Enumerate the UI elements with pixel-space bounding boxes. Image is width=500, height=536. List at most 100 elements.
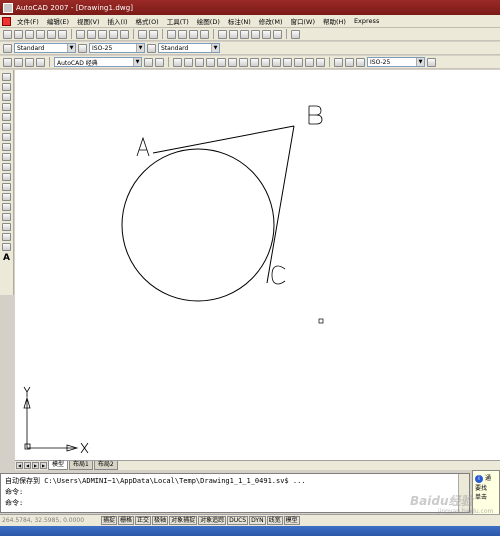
dim-style-manager-icon[interactable] (427, 57, 436, 67)
menu-window[interactable]: 窗口(W) (286, 16, 319, 26)
make-block-icon[interactable] (2, 193, 11, 201)
new-file-icon[interactable] (3, 29, 12, 39)
lineweight-toggle[interactable]: 线宽 (266, 516, 283, 525)
menu-file[interactable]: 文件(F) (13, 16, 43, 26)
text-style-icon[interactable] (3, 43, 12, 53)
center-mark-icon[interactable] (316, 57, 325, 67)
zoom-window-icon[interactable] (189, 29, 198, 39)
chevron-down-icon[interactable]: ▼ (67, 44, 75, 52)
ortho-toggle[interactable]: 正交 (135, 516, 152, 525)
dim-update-icon[interactable] (356, 57, 365, 67)
table-style-select[interactable]: Standard ▼ (158, 43, 220, 53)
dim-aligned-icon[interactable] (184, 57, 193, 67)
chevron-down-icon[interactable]: ▼ (133, 58, 141, 66)
menu-tools[interactable]: 工具(T) (163, 16, 193, 26)
paste-icon[interactable] (98, 29, 107, 39)
save-icon[interactable] (25, 29, 34, 39)
workspace-settings-icon[interactable] (144, 57, 153, 67)
drawing-canvas[interactable] (15, 70, 500, 460)
markup-icon[interactable] (262, 29, 271, 39)
quick-dim-icon[interactable] (261, 57, 270, 67)
qleader-icon[interactable] (294, 57, 303, 67)
dim-angular-icon[interactable] (250, 57, 259, 67)
layer-state-icon[interactable] (25, 57, 34, 67)
tab-layout1[interactable]: 布局1 (69, 461, 93, 470)
dim-style-icon[interactable] (78, 43, 87, 53)
dim-continue-icon[interactable] (283, 57, 292, 67)
polar-toggle[interactable]: 极轴 (152, 516, 169, 525)
command-prompt[interactable]: 命令: (5, 498, 465, 509)
drawn-circle[interactable] (121, 148, 275, 302)
layers-icon[interactable] (14, 57, 23, 67)
dim-arc-icon[interactable] (195, 57, 204, 67)
dim-baseline-icon[interactable] (272, 57, 281, 67)
rectangle-icon[interactable] (2, 113, 11, 121)
properties-icon[interactable] (218, 29, 227, 39)
print-icon[interactable] (36, 29, 45, 39)
sheet-set-icon[interactable] (251, 29, 260, 39)
circle-icon[interactable] (2, 133, 11, 141)
quickcalc-icon[interactable] (273, 29, 282, 39)
workspace-icon[interactable] (3, 57, 12, 67)
table-style-icon[interactable] (147, 43, 156, 53)
command-window[interactable]: 自动保存到 C:\Users\ADMINI~1\AppData\Local\Te… (0, 473, 470, 513)
model-space-toggle[interactable]: 模型 (283, 516, 300, 525)
menu-express[interactable]: Express (350, 17, 383, 25)
match-properties-icon[interactable] (109, 29, 118, 39)
dim-style-select[interactable]: ISO-25 ▼ (89, 43, 145, 53)
menu-edit[interactable]: 编辑(E) (43, 16, 73, 26)
snap-toggle[interactable]: 捕捉 (101, 516, 118, 525)
ellipse-arc-icon[interactable] (2, 173, 11, 181)
cut-icon[interactable] (76, 29, 85, 39)
workspace-select[interactable]: AutoCAD 经典 ▼ (54, 57, 142, 67)
print-preview-icon[interactable] (47, 29, 56, 39)
menu-modify[interactable]: 修改(M) (255, 16, 287, 26)
line-icon[interactable] (2, 73, 11, 81)
hatch-icon[interactable] (2, 213, 11, 221)
point-icon[interactable] (2, 203, 11, 211)
menu-help[interactable]: 帮助(H) (319, 16, 350, 26)
osnap-toggle[interactable]: 对象捕捉 (169, 516, 198, 525)
menu-format[interactable]: 格式(O) (132, 16, 163, 26)
block-editor-icon[interactable] (120, 29, 129, 39)
first-tab-icon[interactable]: ◀ (16, 462, 23, 469)
dim-ordinate-icon[interactable] (206, 57, 215, 67)
dim-linear-icon[interactable] (173, 57, 182, 67)
tool-palettes-icon[interactable] (240, 29, 249, 39)
tab-model[interactable]: 模型 (48, 461, 69, 470)
last-tab-icon[interactable]: ▶ (40, 462, 47, 469)
document-icon[interactable] (2, 16, 11, 26)
menu-insert[interactable]: 插入(I) (104, 16, 132, 26)
menu-draw[interactable]: 绘图(D) (193, 16, 224, 26)
coordinate-readout[interactable]: 264.5784, 32.5985, 0.0000 (2, 517, 100, 524)
open-file-icon[interactable] (14, 29, 23, 39)
otrack-toggle[interactable]: 对象追踪 (198, 516, 227, 525)
multiline-text-icon[interactable]: A (3, 253, 10, 263)
construction-line-icon[interactable] (2, 83, 11, 91)
redo-icon[interactable] (149, 29, 158, 39)
grid-toggle[interactable]: 栅格 (118, 516, 135, 525)
zoom-previous-icon[interactable] (200, 29, 209, 39)
copy-icon[interactable] (87, 29, 96, 39)
layer-previous-icon[interactable] (36, 57, 45, 67)
table-icon[interactable] (2, 243, 11, 251)
arc-icon[interactable] (2, 123, 11, 131)
polyline-icon[interactable] (2, 93, 11, 101)
dim-radius-icon[interactable] (217, 57, 226, 67)
design-center-icon[interactable] (229, 29, 238, 39)
text-style-select[interactable]: Standard ▼ (14, 43, 76, 53)
ducs-toggle[interactable]: DUCS (227, 516, 249, 525)
region-icon[interactable] (2, 233, 11, 241)
dim-text-edit-icon[interactable] (345, 57, 354, 67)
chevron-down-icon[interactable]: ▼ (136, 44, 144, 52)
spline-icon[interactable] (2, 153, 11, 161)
dim-edit-icon[interactable] (334, 57, 343, 67)
tangent-line-ab[interactable] (152, 125, 295, 154)
workspace-lock-icon[interactable] (155, 57, 164, 67)
dim-jogged-icon[interactable] (228, 57, 237, 67)
help-icon[interactable] (291, 29, 300, 39)
dim-diameter-icon[interactable] (239, 57, 248, 67)
menu-view[interactable]: 视图(V) (73, 16, 104, 26)
revision-cloud-icon[interactable] (2, 143, 11, 151)
tab-layout2[interactable]: 布局2 (93, 461, 118, 470)
